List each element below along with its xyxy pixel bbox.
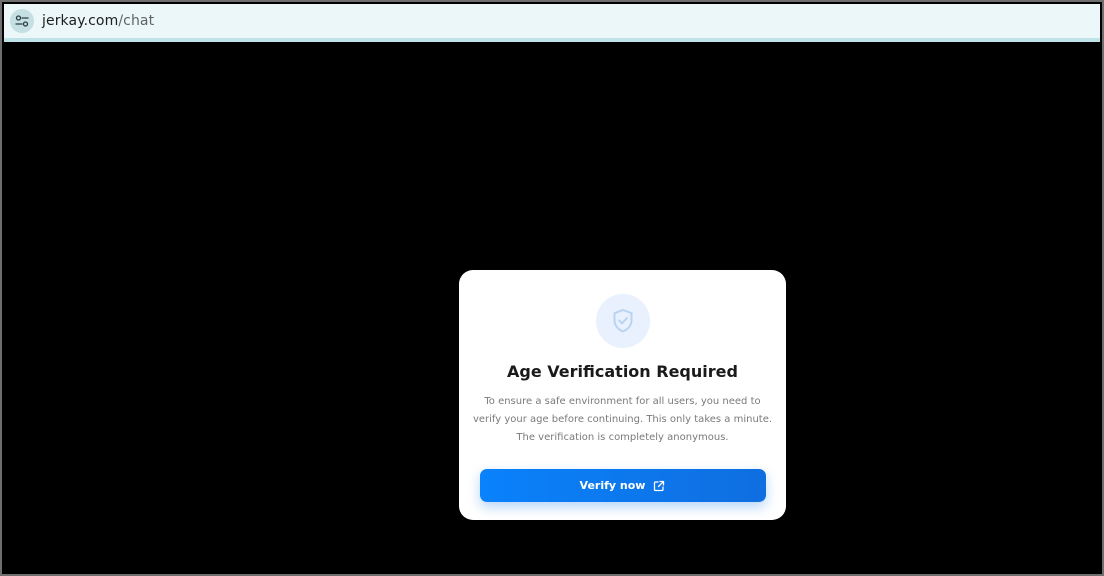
url-path: /chat — [118, 13, 155, 29]
verify-now-label: Verify now — [579, 479, 646, 492]
external-link-icon — [653, 480, 665, 492]
description-line: To ensure a safe environment for all use… — [484, 396, 761, 407]
shield-check-icon — [613, 309, 632, 333]
browser-window: jerkay.com/chat Age Verification Require… — [0, 0, 1104, 576]
url-domain: jerkay.com — [42, 13, 119, 29]
modal-title: Age Verification Required — [507, 362, 738, 381]
address-bar[interactable]: jerkay.com/chat — [4, 4, 1100, 42]
description-line: verify your age before continuing. This … — [472, 414, 773, 425]
age-verification-modal: Age Verification Required To ensure a sa… — [459, 270, 786, 520]
verify-now-button[interactable]: Verify now — [479, 469, 766, 502]
site-info-button[interactable] — [10, 9, 34, 33]
url-text[interactable]: jerkay.com/chat — [42, 13, 154, 29]
shield-icon-circle — [595, 294, 650, 348]
tune-icon — [15, 15, 29, 27]
description-line: The verification is completely anonymous… — [516, 432, 729, 443]
modal-description: To ensure a safe environment for all use… — [473, 393, 773, 447]
